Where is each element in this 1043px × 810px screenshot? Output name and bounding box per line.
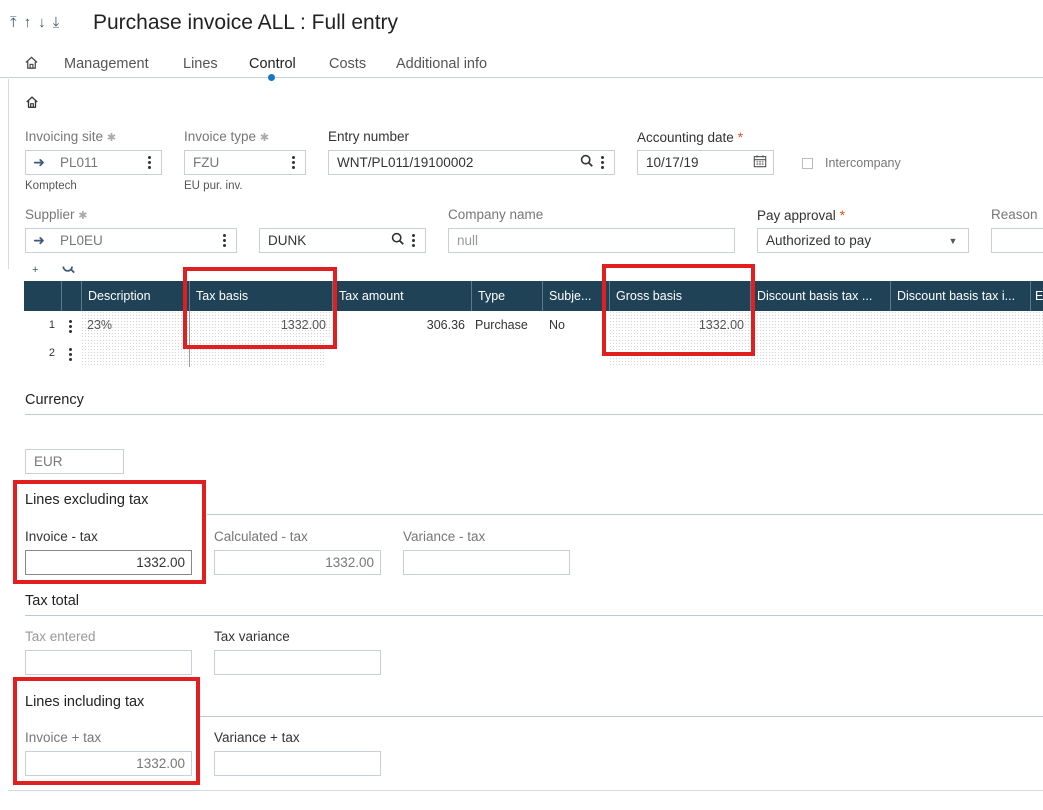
tab-bar: Management Lines Control Costs Additiona… [0,48,1043,81]
highlight-box-lines-incl-tax [13,677,200,785]
tax-variance-field[interactable] [214,650,381,675]
invoice-type-label: Invoice type ✱ [184,129,270,144]
first-record-icon[interactable]: ⤒ [10,14,17,32]
reason-label: Reason [991,207,1038,222]
variance-plus-tax-field[interactable] [214,751,381,776]
column-discount-basis-tax-incl[interactable]: Discount basis tax i... [890,281,1030,311]
cell-type[interactable]: Purchase [471,311,542,339]
supplier-label: Supplier ✱ [25,207,88,222]
pay-approval-select[interactable]: Authorized to pay ▼ [757,228,969,253]
supplier-code-field[interactable]: DUNK [259,228,426,253]
header-row-number [24,281,61,311]
page-title: Purchase invoice ALL : Full entry [93,11,399,34]
cell-description[interactable]: 23% [81,311,189,339]
variance-plus-tax-label: Variance + tax [214,730,300,745]
cell-tax-amount[interactable]: 306.36 [332,311,471,339]
column-type[interactable]: Type [471,281,542,311]
calculated-minus-tax-field[interactable]: 1332.00 [214,550,381,575]
highlight-box-gross-basis [602,264,755,356]
previous-record-icon[interactable]: ↑ [24,14,32,32]
chevron-down-icon[interactable]: ▼ [944,236,962,246]
header-row-menu [61,281,81,311]
table-header: Description Tax basis Tax amount Type Su… [24,281,1043,311]
row-number: 1 [48,319,55,331]
home-icon[interactable] [25,95,39,112]
pay-approval-label: Pay approval * [757,207,846,223]
supplier-field[interactable]: ➜ PL0EU [25,228,237,253]
search-icon[interactable] [578,154,596,171]
tab-additional-info[interactable]: Additional info [396,56,487,72]
table-row[interactable]: 1 23% 1332.00 306.36 Purchase No 1332.00 [24,311,1043,339]
row-menu-icon[interactable] [68,339,74,367]
accounting-date-field[interactable]: 10/17/19 [637,150,774,175]
tax-entered-field[interactable] [25,650,192,675]
search-icon[interactable] [389,232,407,249]
tax-lines-table: Description Tax basis Tax amount Type Su… [24,281,1043,367]
tab-home-icon[interactable] [24,55,39,74]
column-description[interactable]: Description [81,281,189,311]
variance-minus-tax-label: Variance - tax [403,529,486,544]
column-discount-basis-tax-excl[interactable]: Discount basis tax ... [750,281,890,311]
calendar-icon[interactable] [751,154,769,171]
invoice-type-description: EU pur. inv. [184,180,243,192]
company-name-label: Company name [448,207,544,222]
accounting-date-label: Accounting date * [637,129,744,145]
intercompany-checkbox[interactable] [802,158,813,169]
tab-lines[interactable]: Lines [183,56,218,72]
divider [200,716,1043,717]
reason-field[interactable] [991,228,1043,253]
company-name-field[interactable]: null [448,228,735,253]
calculated-minus-tax-label: Calculated - tax [214,529,308,544]
tax-total-title: Tax total [25,593,79,609]
divider [25,414,1043,415]
more-options-icon[interactable] [596,156,608,169]
tax-variance-label: Tax variance [214,629,290,644]
more-options-icon[interactable] [287,156,299,169]
cell-description[interactable] [81,339,189,367]
arrow-right-icon[interactable]: ➜ [26,154,52,171]
invoicing-site-description: Komptech [25,180,77,192]
more-options-icon[interactable] [143,156,155,169]
variance-minus-tax-field[interactable] [403,550,570,575]
search-icon[interactable] [62,263,76,278]
currency-section-title: Currency [25,392,84,408]
entry-number-field[interactable]: WNT/PL011/19100002 [328,150,615,175]
arrow-right-icon[interactable]: ➜ [26,232,52,249]
entry-number-label: Entry number [328,129,410,144]
tab-management[interactable]: Management [64,56,149,72]
highlight-box-tax-basis [183,267,337,349]
more-options-icon[interactable] [407,234,419,247]
record-navigation: ⤒ ↑ ↓ ⤓ [10,14,59,32]
tab-control[interactable]: Control [249,56,296,72]
invoice-type-field[interactable]: FZU [184,150,306,175]
last-record-icon[interactable]: ⤓ [53,14,60,32]
tax-entered-label: Tax entered [25,629,96,644]
cell-subject[interactable]: No [542,311,609,339]
more-options-icon[interactable] [218,234,230,247]
column-more[interactable]: E: [1030,281,1043,311]
bottom-divider [8,790,1043,791]
cell-discount-basis[interactable] [750,311,1043,339]
currency-field[interactable]: EUR [25,449,124,474]
highlight-box-lines-excl-tax [13,480,206,584]
invoicing-site-field[interactable]: ➜ PL011 [25,150,162,175]
row-menu-icon[interactable] [68,311,74,339]
divider [207,514,1043,515]
tab-costs[interactable]: Costs [329,56,366,72]
next-record-icon[interactable]: ↓ [38,14,46,32]
add-line-icon[interactable]: + [32,265,38,276]
divider [25,615,1043,616]
column-subject[interactable]: Subje... [542,281,609,311]
intercompany-label: Intercompany [825,156,901,170]
invoicing-site-label: Invoicing site ✱ [25,129,117,144]
table-row[interactable]: 2 [24,339,1043,367]
row-number: 2 [48,347,55,359]
column-tax-amount[interactable]: Tax amount [332,281,471,311]
